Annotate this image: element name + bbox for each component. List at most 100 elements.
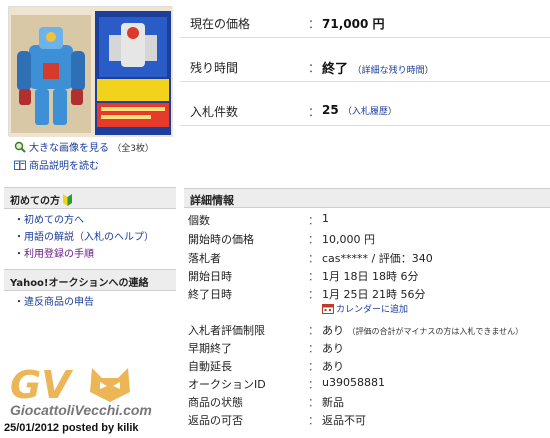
- product-photo: [9, 7, 173, 137]
- add-to-calendar-label: カレンダーに追加: [336, 305, 409, 315]
- start-price-label: 開始時の価格: [188, 233, 254, 246]
- image-links: 大きな画像を見る （全3枚） 商品説明を読む: [14, 140, 154, 175]
- auction-id-label: オークションID: [188, 378, 266, 391]
- report-violation-link[interactable]: 違反商品の申告: [24, 297, 94, 308]
- table-row: オークションID ： u39058881: [180, 374, 550, 391]
- contact-box-title: Yahoo!オークションへの連絡: [10, 278, 149, 289]
- separator: ：: [308, 378, 319, 391]
- details-header: 詳細情報: [184, 188, 550, 208]
- time-left-value: 終了 （詳細な残り時間）: [322, 62, 434, 77]
- contact-box: Yahoo!オークションへの連絡 ・違反商品の申告: [4, 269, 176, 311]
- returns-value: 返品不可: [322, 414, 366, 427]
- separator: ：: [308, 414, 319, 427]
- separator: ：: [308, 105, 321, 119]
- beginner-mark-icon: [63, 194, 72, 206]
- condition-value: 新品: [322, 396, 344, 409]
- separator: ：: [308, 252, 319, 265]
- table-row: 入札者評価制限 ： あり （評価の合計がマイナスの方は入札できません）: [180, 320, 550, 337]
- list-item: ・違反商品の申告: [14, 297, 94, 308]
- table-row: 早期終了 ： あり: [180, 338, 550, 355]
- beginner-links: ・初めての方へ ・用語の解説（入札のヘルプ） ・利用登録の手順: [4, 209, 176, 263]
- table-row: 開始日時 ： 1月 18日 18時 6分: [180, 266, 550, 283]
- current-price-row: 現在の価格 ： 71,000 円: [180, 6, 550, 38]
- auction-info: 現在の価格 ： 71,000 円 残り時間 ： 終了 （詳細な残り時間） 入札件…: [180, 0, 550, 438]
- bidder-rating-limit-label: 入札者評価制限: [188, 324, 265, 337]
- list-item: ・利用登録の手順: [14, 249, 94, 260]
- table-row: 商品の状態 ： 新品: [180, 392, 550, 409]
- beginner-box: 初めての方 ・初めての方へ ・用語の解説（入札のヘルプ） ・利用登録の手順: [4, 187, 176, 263]
- time-left-status: 終了: [322, 62, 349, 77]
- returns-label: 返品の可否: [188, 414, 243, 427]
- winner-value: cas***** / 評価：340: [322, 252, 433, 265]
- bidder-rating-limit-value: あり （評価の合計がマイナスの方は入札できません）: [322, 322, 523, 338]
- winner-label: 落札者: [188, 252, 221, 265]
- glossary-link[interactable]: 用語の解説（入札のヘルプ）: [24, 232, 154, 243]
- enlarge-link-row: 大きな画像を見る （全3枚）: [14, 140, 154, 158]
- list-item: ・用語の解説（入札のヘルプ）: [14, 232, 154, 243]
- current-price-label: 現在の価格: [190, 17, 251, 31]
- registration-steps-link[interactable]: 利用登録の手順: [24, 249, 94, 260]
- left-column: 大きな画像を見る （全3枚） 商品説明を読む 初めての方 ・初めての方へ ・用語…: [0, 0, 180, 438]
- separator: ：: [308, 61, 321, 75]
- start-date-label: 開始日時: [188, 270, 232, 283]
- quantity-label: 個数: [188, 214, 210, 227]
- start-price-value: 10,000 円: [322, 233, 375, 246]
- table-row: 開始時の価格 ： 10,000 円: [180, 229, 550, 246]
- read-description-link[interactable]: 商品説明を読む: [29, 161, 99, 172]
- time-left-row: 残り時間 ： 終了 （詳細な残り時間）: [180, 50, 550, 82]
- quantity-value: 1: [322, 212, 329, 225]
- bid-count-number: 25: [322, 103, 339, 117]
- svg-text:GV: GV: [10, 363, 73, 407]
- bid-count-label: 入札件数: [190, 105, 239, 119]
- table-row: 終了日時 ： 1月 25日 21時 56分: [180, 284, 550, 301]
- separator: ：: [308, 360, 319, 373]
- list-item: ・初めての方へ: [14, 215, 84, 226]
- table-row: 自動延長 ： あり: [180, 356, 550, 373]
- separator: ：: [308, 342, 319, 355]
- beginner-box-header: 初めての方: [4, 187, 176, 209]
- separator: ：: [308, 324, 319, 337]
- beginners-guide-link[interactable]: 初めての方へ: [24, 215, 84, 226]
- separator: ：: [308, 288, 319, 301]
- table-row: 落札者 ： cas***** / 評価：340: [180, 248, 550, 265]
- condition-label: 商品の状態: [188, 396, 243, 409]
- end-date-label: 終了日時: [188, 288, 232, 301]
- current-price-value: 71,000 円: [322, 17, 385, 31]
- book-icon: [14, 160, 26, 170]
- watermark-logo: GV GiocattoliVecchi.com: [6, 362, 176, 418]
- bid-count-value: 25 （入札履歴）: [322, 103, 397, 117]
- beginner-box-title: 初めての方: [10, 196, 60, 207]
- enlarge-image-link[interactable]: 大きな画像を見る: [29, 143, 109, 154]
- giocattolivecchi-logo: GV GiocattoliVecchi.com: [10, 363, 152, 418]
- watermark-site-text: GiocattoliVecchi.com: [10, 402, 152, 418]
- auto-extend-label: 自動延長: [188, 360, 232, 373]
- bid-count-row: 入札件数 ： 25 （入札履歴）: [180, 94, 550, 126]
- table-row: 返品の可否 ： 返品不可: [180, 410, 550, 427]
- start-date-value: 1月 18日 18時 6分: [322, 270, 419, 283]
- bidder-rating-limit-flag: あり: [322, 324, 344, 337]
- time-left-label: 残り時間: [190, 61, 239, 75]
- bidder-rating-limit-note: （評価の合計がマイナスの方は入札できません）: [347, 327, 524, 336]
- calendar-icon: [322, 304, 334, 314]
- separator: ：: [308, 396, 319, 409]
- bid-history-link[interactable]: 入札履歴: [352, 107, 388, 117]
- early-end-value: あり: [322, 342, 344, 355]
- contact-box-header: Yahoo!オークションへの連絡: [4, 269, 176, 291]
- separator: ：: [308, 233, 319, 246]
- separator: ：: [308, 270, 319, 283]
- image-count: （全3枚）: [112, 144, 154, 154]
- posted-by-caption: 25/01/2012 posted by kilik: [4, 422, 139, 434]
- separator: ：: [308, 214, 319, 227]
- separator: ：: [308, 17, 321, 31]
- auction-id-value: u39058881: [322, 376, 385, 389]
- description-link-row: 商品説明を読む: [14, 158, 154, 175]
- early-end-label: 早期終了: [188, 342, 232, 355]
- auto-extend-value: あり: [322, 360, 344, 373]
- product-thumbnail[interactable]: [8, 6, 173, 137]
- contact-links: ・違反商品の申告: [4, 291, 176, 311]
- table-row: 個数 ： 1: [180, 210, 550, 227]
- magnifier-icon: [14, 141, 26, 153]
- end-date-value: 1月 25日 21時 56分: [322, 288, 426, 301]
- add-to-calendar-link[interactable]: カレンダーに追加: [322, 302, 408, 315]
- detailed-time-link[interactable]: 詳細な残り時間: [362, 66, 425, 76]
